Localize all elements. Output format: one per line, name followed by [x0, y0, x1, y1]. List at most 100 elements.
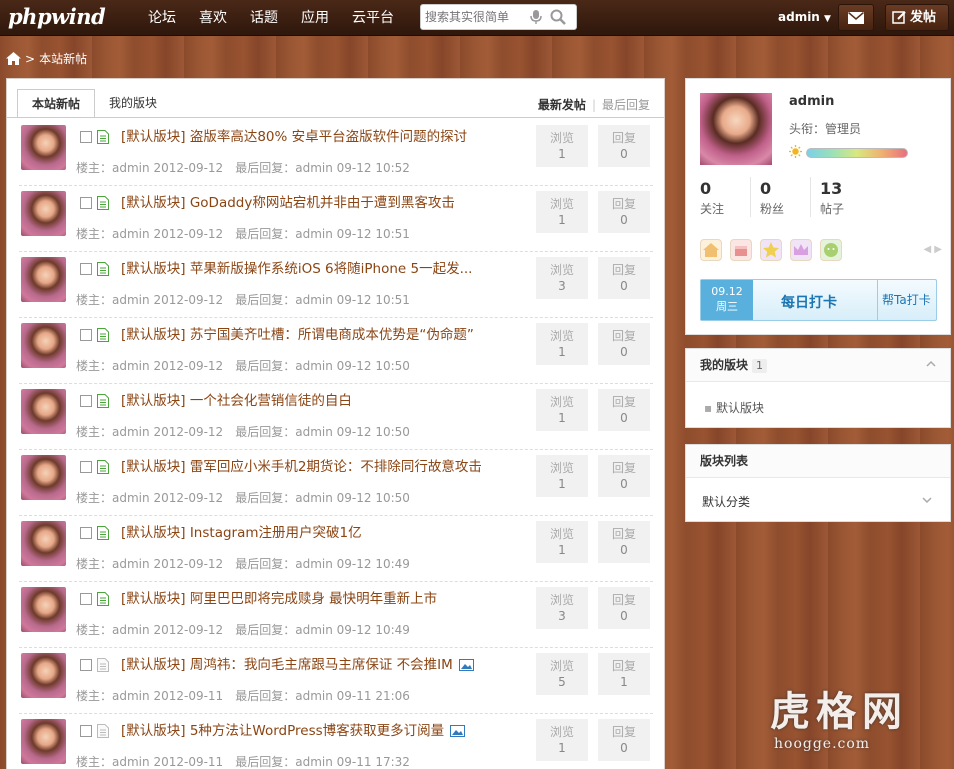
thread-title[interactable]: [默认版块] 阿里巴巴即将完成赎身 最快明年重新上市: [121, 587, 437, 607]
badge-arrows[interactable]: ◀ ▶: [923, 244, 942, 255]
microphone-icon[interactable]: [529, 9, 543, 25]
last-reply[interactable]: admin 09-12 10:49: [295, 557, 410, 571]
author-avatar[interactable]: [21, 323, 66, 368]
thread-author[interactable]: admin: [112, 689, 150, 703]
forum-link[interactable]: ▪ 默认版块: [704, 399, 764, 416]
thread-title[interactable]: [默认版块] 苹果新版操作系统iOS 6将随iPhone 5一起发...: [121, 257, 472, 277]
last-reply[interactable]: admin 09-12 10:51: [295, 227, 410, 241]
nav-item-like[interactable]: 喜欢: [199, 0, 227, 36]
thread-checkbox[interactable]: [80, 197, 92, 209]
author-avatar[interactable]: [21, 125, 66, 170]
logo[interactable]: phpwind: [8, 4, 106, 29]
thread-author[interactable]: admin: [112, 557, 150, 571]
crown-badge-icon[interactable]: [790, 239, 812, 261]
author-avatar[interactable]: [21, 455, 66, 500]
thread-author[interactable]: admin: [112, 161, 150, 175]
top-bar: phpwind 论坛 喜欢 话题 应用 云平台 admin ▼ 发帖: [0, 0, 954, 36]
face-badge-icon[interactable]: [820, 239, 842, 261]
thread-title[interactable]: [默认版块] 盗版率高达80% 安卓平台盗版软件问题的探讨: [121, 125, 467, 145]
replies-stat: 回复 0: [598, 587, 650, 629]
last-reply[interactable]: admin 09-12 10:52: [295, 161, 410, 175]
thread-checkbox[interactable]: [80, 593, 92, 605]
author-label: 楼主：: [76, 491, 113, 505]
profile-avatar[interactable]: [700, 93, 772, 165]
my-forums-header[interactable]: 我的版块 1: [686, 349, 950, 382]
stat-posts[interactable]: 13 帖子: [820, 179, 878, 217]
chevron-up-icon[interactable]: [926, 359, 936, 369]
thread-checkbox[interactable]: [80, 329, 92, 341]
search-icon[interactable]: [549, 8, 567, 26]
author-avatar[interactable]: [21, 653, 66, 698]
thread-author[interactable]: admin: [112, 623, 150, 637]
home-badge-icon[interactable]: [700, 239, 722, 261]
nav-item-topic[interactable]: 话题: [250, 0, 278, 36]
views-label: 浏览: [549, 197, 574, 211]
thread-title[interactable]: [默认版块] GoDaddy称网站宕机并非由于遭到黑客攻击: [121, 191, 455, 211]
tab-my-forums[interactable]: 我的版块: [95, 89, 171, 118]
author-avatar[interactable]: [21, 389, 66, 434]
user-menu[interactable]: admin ▼: [778, 10, 831, 24]
last-reply[interactable]: admin 09-12 10:50: [295, 425, 410, 439]
chevron-down-icon[interactable]: [922, 495, 932, 505]
checkin-label[interactable]: 每日打卡: [781, 292, 837, 312]
thread-checkbox[interactable]: [80, 725, 92, 737]
thread-author[interactable]: admin: [112, 491, 150, 505]
messages-button[interactable]: [838, 4, 874, 31]
views-count: 1: [558, 543, 566, 557]
thread-title[interactable]: [默认版块] Instagram注册用户突破1亿: [121, 521, 362, 541]
thread-title[interactable]: [默认版块] 苏宁国美齐吐槽：所谓电商成本优势是“伪命题”: [121, 323, 474, 343]
thread-author[interactable]: admin: [112, 425, 150, 439]
star-badge-icon[interactable]: [760, 239, 782, 261]
nav-item-apps[interactable]: 应用: [301, 0, 329, 36]
breadcrumb-current[interactable]: 本站新帖: [39, 50, 87, 67]
thread-checkbox[interactable]: [80, 461, 92, 473]
search-input[interactable]: [425, 9, 525, 25]
nav-item-forum[interactable]: 论坛: [148, 0, 176, 36]
views-count: 3: [558, 609, 566, 623]
thread-checkbox[interactable]: [80, 263, 92, 275]
replies-label: 回复: [611, 659, 636, 673]
new-post-button[interactable]: 发帖: [885, 4, 949, 31]
author-avatar[interactable]: [21, 587, 66, 632]
new-thread-icon: [97, 328, 109, 342]
author-avatar[interactable]: [21, 191, 66, 236]
last-reply-label: 最后回复：: [235, 755, 296, 769]
sort-latest-post[interactable]: 最新发帖: [538, 98, 586, 112]
forum-list-box: 版块列表 默认分类: [685, 444, 951, 522]
last-reply[interactable]: admin 09-11 17:32: [295, 755, 410, 769]
thread-author[interactable]: admin: [112, 755, 150, 769]
home-icon[interactable]: [6, 52, 21, 65]
views-stat: 浏览 1: [536, 389, 588, 431]
thread-checkbox[interactable]: [80, 659, 92, 671]
thread-title[interactable]: [默认版块] 一个社会化营销信徒的自白: [121, 389, 352, 409]
daily-checkin[interactable]: 09.12 周三 每日打卡 帮Ta打卡: [700, 279, 937, 321]
profile-name[interactable]: admin: [789, 94, 834, 109]
category-item[interactable]: 默认分类: [702, 493, 750, 510]
thread-title[interactable]: [默认版块] 雷军回应小米手机2期货论：不排除同行故意攻击: [121, 455, 482, 475]
thread-title[interactable]: [默认版块] 5种方法让WordPress博客获取更多订阅量: [121, 719, 466, 739]
thread-author[interactable]: admin: [112, 227, 150, 241]
thread-title[interactable]: [默认版块] 周鸿祎：我向毛主席跟马主席保证 不会推IM: [121, 653, 474, 673]
last-reply[interactable]: admin 09-11 21:06: [295, 689, 410, 703]
last-reply[interactable]: admin 09-12 10:49: [295, 623, 410, 637]
thread-author[interactable]: admin: [112, 359, 150, 373]
author-avatar[interactable]: [21, 719, 66, 764]
sort-last-reply[interactable]: 最后回复: [602, 98, 650, 112]
thread-author[interactable]: admin: [112, 293, 150, 307]
cake-badge-icon[interactable]: [730, 239, 752, 261]
author-avatar[interactable]: [21, 521, 66, 566]
thread-checkbox[interactable]: [80, 527, 92, 539]
thread-checkbox[interactable]: [80, 395, 92, 407]
replies-label: 回复: [611, 725, 636, 739]
thread-checkbox[interactable]: [80, 131, 92, 143]
tab-site-new-posts[interactable]: 本站新帖: [17, 89, 96, 118]
nav-item-cloud[interactable]: 云平台: [352, 0, 394, 36]
author-label: 楼主：: [76, 425, 113, 439]
last-reply[interactable]: admin 09-12 10:51: [295, 293, 410, 307]
last-reply[interactable]: admin 09-12 10:50: [295, 491, 410, 505]
author-avatar[interactable]: [21, 257, 66, 302]
author-label: 楼主：: [76, 359, 113, 373]
last-reply[interactable]: admin 09-12 10:50: [295, 359, 410, 373]
thread-meta: 楼主：admin 2012-09-12 最后回复：admin 09-12 10:5…: [76, 423, 410, 440]
checkin-help-link[interactable]: 帮Ta打卡: [877, 280, 931, 320]
